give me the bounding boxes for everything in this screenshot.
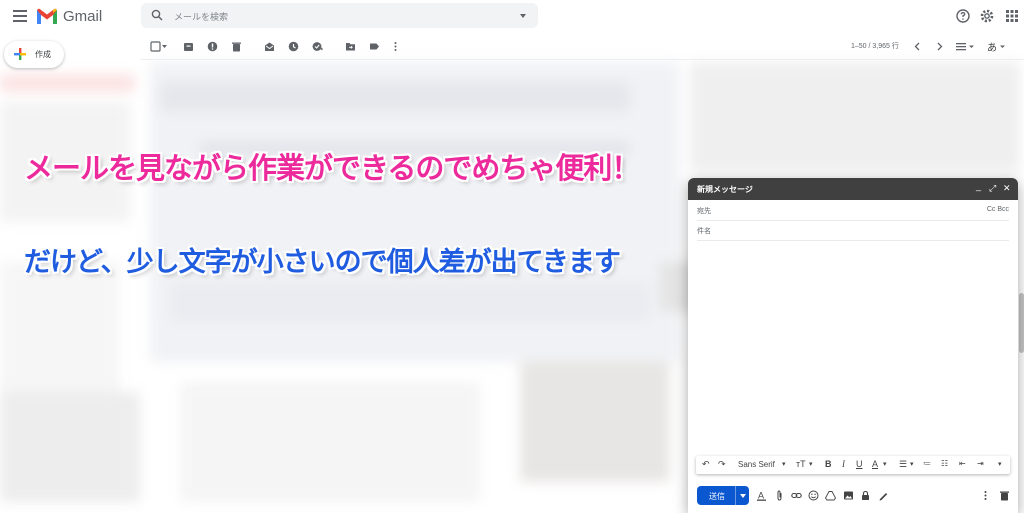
caption-line-2: だけど、少し文字が小さいので個人差が出てきます bbox=[24, 247, 621, 278]
send-button[interactable]: 送信 bbox=[697, 486, 749, 505]
italic-icon[interactable]: I bbox=[842, 459, 845, 469]
select-dropdown-icon[interactable] bbox=[161, 41, 168, 52]
newer-page-chevron-icon[interactable] bbox=[912, 41, 923, 52]
text-size-dropdown-icon[interactable]: ▾ bbox=[809, 460, 813, 468]
compose-window: 新規メッセージ _ ⤢ ✕ 宛先 Cc Bcc 件名 ↶ ↷ Sans Seri… bbox=[688, 178, 1018, 513]
subject-label: 件名 bbox=[697, 228, 711, 235]
google-drive-icon[interactable] bbox=[825, 490, 836, 501]
search-icon[interactable] bbox=[151, 9, 163, 21]
cc-bcc-link[interactable]: Cc Bcc bbox=[987, 206, 1009, 213]
select-checkbox-icon[interactable] bbox=[150, 41, 161, 52]
subject-field[interactable]: 件名 bbox=[697, 221, 1009, 241]
delete-trash-icon[interactable] bbox=[231, 41, 242, 52]
main-menu-icon[interactable] bbox=[13, 10, 27, 22]
insert-link-icon[interactable] bbox=[791, 490, 802, 501]
send-button-label: 送信 bbox=[709, 492, 725, 501]
snooze-clock-icon[interactable] bbox=[288, 41, 299, 52]
mark-as-read-icon[interactable] bbox=[264, 41, 275, 52]
recipients-field[interactable]: 宛先 Cc Bcc bbox=[697, 201, 1009, 221]
send-options-icon[interactable] bbox=[740, 494, 746, 498]
move-to-folder-icon[interactable] bbox=[345, 41, 356, 52]
compose-button[interactable]: 作成 bbox=[4, 41, 64, 68]
formatting-options-icon[interactable]: A bbox=[756, 490, 767, 501]
more-formatting-icon[interactable]: ▾ bbox=[998, 460, 1002, 468]
underline-icon[interactable]: U bbox=[856, 459, 863, 469]
compose-title-bar[interactable]: 新規メッセージ _ ⤢ ✕ bbox=[688, 178, 1018, 200]
indent-less-icon[interactable]: ⇤ bbox=[959, 459, 966, 468]
more-options-icon[interactable] bbox=[393, 41, 398, 52]
minimize-icon[interactable]: _ bbox=[976, 181, 981, 191]
numbered-list-icon[interactable]: ≔ bbox=[923, 459, 931, 468]
density-toggle-icon[interactable] bbox=[955, 41, 975, 52]
indent-more-icon[interactable]: ⇥ bbox=[977, 459, 984, 468]
settings-gear-icon[interactable] bbox=[979, 8, 995, 24]
message-body[interactable] bbox=[697, 244, 1009, 449]
input-tools-dropdown-icon[interactable] bbox=[999, 41, 1006, 52]
gmail-window: Gmail メールを検索 作成 1–50 / 3,965 行 あ メールを見なが… bbox=[0, 0, 1024, 513]
gmail-logo-icon[interactable] bbox=[36, 7, 58, 25]
close-icon[interactable]: ✕ bbox=[1003, 183, 1011, 194]
text-color-icon[interactable]: A bbox=[872, 459, 878, 469]
insert-photo-icon[interactable] bbox=[843, 490, 854, 501]
text-color-dropdown-icon[interactable]: ▾ bbox=[883, 460, 887, 468]
search-input[interactable]: メールを検索 bbox=[174, 10, 228, 23]
align-dropdown-icon[interactable]: ▾ bbox=[910, 460, 914, 468]
scrollbar[interactable] bbox=[1019, 293, 1024, 353]
to-label: 宛先 bbox=[697, 208, 711, 215]
font-family-select[interactable]: Sans Serif bbox=[738, 460, 775, 469]
search-bar[interactable]: メールを検索 bbox=[141, 3, 538, 28]
signature-pen-icon[interactable] bbox=[878, 490, 889, 501]
text-size-icon[interactable]: ᴛT bbox=[796, 459, 806, 469]
attach-file-icon[interactable] bbox=[774, 490, 785, 501]
older-page-chevron-icon[interactable] bbox=[934, 41, 945, 52]
confidential-mode-icon[interactable] bbox=[860, 490, 871, 501]
font-dropdown-icon[interactable]: ▾ bbox=[782, 460, 786, 468]
plus-icon bbox=[14, 48, 26, 60]
top-header: Gmail メールを検索 bbox=[0, 0, 1024, 33]
pagination-range: 1–50 / 3,965 行 bbox=[851, 43, 899, 50]
formatting-toolbar: ↶ ↷ Sans Serif ▾ ᴛT ▾ B I U A ▾ ☰ ▾ ≔ ☷ … bbox=[696, 456, 1010, 474]
search-options-icon[interactable] bbox=[520, 14, 526, 18]
bulleted-list-icon[interactable]: ☷ bbox=[941, 459, 948, 468]
mail-toolbar: 1–50 / 3,965 行 あ bbox=[140, 33, 1024, 60]
undo-icon[interactable]: ↶ bbox=[702, 459, 710, 470]
label-tag-icon[interactable] bbox=[369, 41, 380, 52]
caption-line-1: メールを見ながら作業ができるのでめちゃ便利！ bbox=[24, 151, 640, 185]
compose-title: 新規メッセージ bbox=[697, 185, 753, 194]
compose-button-label: 作成 bbox=[35, 50, 51, 59]
redo-icon[interactable]: ↷ bbox=[718, 459, 726, 470]
discard-draft-trash-icon[interactable] bbox=[999, 490, 1010, 501]
bold-icon[interactable]: B bbox=[825, 459, 832, 469]
input-tools-label[interactable]: あ bbox=[987, 39, 997, 54]
add-to-tasks-icon[interactable] bbox=[312, 41, 323, 52]
gmail-logo-text[interactable]: Gmail bbox=[63, 8, 102, 25]
apps-grid-icon[interactable] bbox=[1004, 8, 1020, 24]
insert-emoji-icon[interactable] bbox=[808, 490, 819, 501]
align-icon[interactable]: ☰ bbox=[899, 459, 907, 470]
compose-more-options-icon[interactable] bbox=[983, 490, 988, 501]
help-icon[interactable] bbox=[955, 8, 971, 24]
archive-icon[interactable] bbox=[183, 41, 194, 52]
report-spam-icon[interactable] bbox=[207, 41, 218, 52]
svg-text:A: A bbox=[758, 491, 764, 501]
fullscreen-icon[interactable]: ⤢ bbox=[989, 183, 996, 194]
